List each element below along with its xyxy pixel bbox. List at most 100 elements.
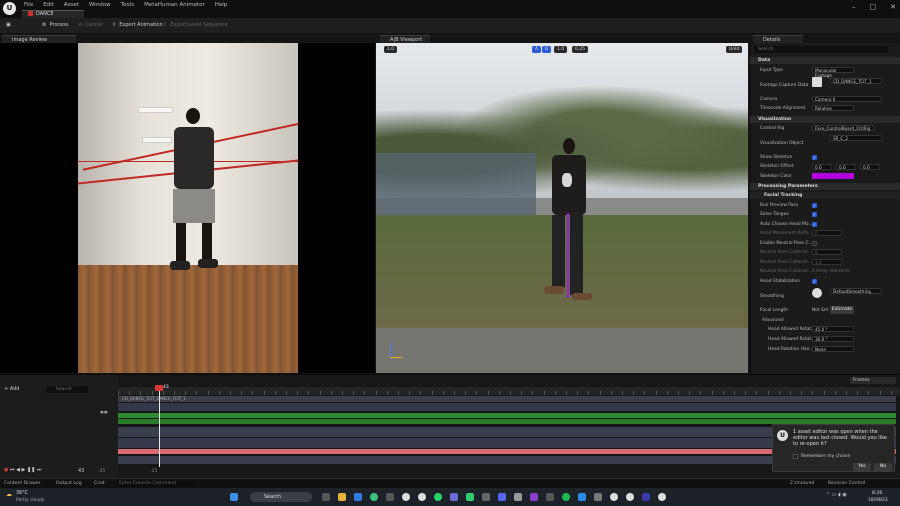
tab-image-review[interactable]: Image Review	[2, 35, 76, 43]
whatsapp-icon[interactable]	[434, 493, 442, 501]
app-icon[interactable]	[642, 493, 650, 501]
jump-start-icon[interactable]: ⏮	[10, 467, 15, 473]
weather-temp[interactable]: 36°C	[16, 491, 28, 496]
skeleton-color-swatch[interactable]	[812, 173, 854, 179]
spotify-icon[interactable]	[562, 493, 570, 501]
edge-icon[interactable]	[354, 493, 362, 501]
enable-neutral-checkbox[interactable]	[812, 241, 817, 246]
app-icon[interactable]	[594, 493, 602, 501]
speed-chip[interactable]: 1.0	[554, 46, 568, 53]
menu-help[interactable]: Help	[215, 2, 228, 8]
section-processing[interactable]: Processing Parameters	[750, 183, 900, 190]
unsaved-indicator[interactable]: 2 Unsaved	[790, 481, 814, 486]
smoothing-select[interactable]: DefaultSmoothing	[830, 288, 882, 294]
no-button[interactable]: No	[874, 463, 892, 471]
output-log-button[interactable]: Output Log	[56, 481, 82, 486]
smoothing-thumbnail[interactable]	[812, 288, 822, 298]
revision-control-button[interactable]: Revision Control	[828, 481, 865, 486]
input-type-select[interactable]: Monocular Footage	[812, 67, 854, 78]
play-icon[interactable]: ▶	[22, 467, 26, 473]
expand-icon[interactable]: »»	[100, 409, 108, 416]
maximize-icon[interactable]: □	[870, 3, 877, 11]
unreal-icon[interactable]	[402, 493, 410, 501]
camera-select[interactable]: Camera 0	[812, 96, 882, 102]
export-sequence-button[interactable]: ⇪ Export Level Sequence	[163, 22, 228, 28]
offset-y-field[interactable]: 0.0	[836, 164, 856, 170]
rotation2-field[interactable]: 30.0 °	[812, 336, 854, 342]
export-animation-button[interactable]: ⇪ Export Animation	[112, 22, 163, 28]
file-explorer-icon[interactable]	[338, 493, 346, 501]
view-b-chip[interactable]: B	[542, 46, 552, 53]
image-review-panel[interactable]	[0, 43, 375, 373]
menu-edit[interactable]: Edit	[43, 2, 54, 8]
tab-details[interactable]: Details	[753, 35, 803, 43]
unreal-icon[interactable]	[418, 493, 426, 501]
neutral-cal2-field[interactable]: 1.0	[812, 259, 842, 265]
step-back-icon[interactable]: ◀	[16, 467, 20, 473]
rotation3-select[interactable]: None	[812, 346, 854, 352]
playhead-line[interactable]	[159, 385, 160, 467]
current-frame-field[interactable]: 43	[78, 468, 84, 474]
section-data[interactable]: Data	[750, 57, 900, 64]
menu-metahuman[interactable]: MetaHuman Animator	[144, 2, 205, 8]
offset-x-field[interactable]: 0.0	[812, 164, 832, 170]
unreal-logo[interactable]: U	[3, 2, 16, 15]
cmd-select[interactable]: Cmd	[94, 481, 105, 486]
app-icon[interactable]	[546, 493, 554, 501]
console-command-input[interactable]: Enter Console Command	[116, 480, 196, 487]
footage-asset-select[interactable]: CD_DANCE_TCIT_1	[830, 78, 882, 84]
neutral-cal-field[interactable]: 0	[812, 249, 842, 255]
solve-tongue-checkbox[interactable]: ✓	[812, 212, 817, 217]
control-rig-select[interactable]: Face_ControlBoard_CtrlRig	[812, 125, 874, 131]
playhead-handle[interactable]	[155, 385, 163, 391]
track-lane[interactable]: CD_DANCE_TCIT_DANCE_TCIT_1	[118, 396, 896, 402]
process-button[interactable]: ⚙ Process	[42, 22, 68, 28]
unreal-icon[interactable]	[626, 493, 634, 501]
document-tab[interactable]: DANCE	[22, 10, 84, 18]
chrome-icon[interactable]	[370, 493, 378, 501]
rotation1-field[interactable]: 45.0 °	[812, 326, 854, 332]
timecode-select[interactable]: Relative	[812, 105, 854, 111]
section-advanced[interactable]: Advanced	[762, 318, 784, 323]
viewport-options-chip[interactable]: 1.0	[384, 46, 398, 53]
menu-asset[interactable]: Asset	[64, 2, 79, 8]
store-icon[interactable]	[386, 493, 394, 501]
save-icon[interactable]: ▣	[6, 22, 11, 28]
app-icon[interactable]	[450, 493, 458, 501]
footage-thumbnail[interactable]	[812, 77, 822, 87]
track-lane-green[interactable]	[118, 413, 896, 418]
vis-object-select[interactable]: SP_C_2	[830, 135, 882, 141]
content-drawer-button[interactable]: Content Drawer	[4, 481, 40, 486]
view-a-chip[interactable]: A	[532, 46, 542, 53]
close-icon[interactable]: ✕	[890, 3, 896, 11]
clock-time[interactable]: 8:26	[872, 491, 882, 496]
remember-choice-checkbox[interactable]	[793, 454, 798, 459]
frame-display-select[interactable]: Frames	[850, 377, 896, 384]
track-lane[interactable]	[118, 403, 896, 411]
auto-head-checkbox[interactable]: ✓	[812, 222, 817, 227]
run-preview-checkbox[interactable]: ✓	[812, 203, 817, 208]
yes-button[interactable]: Yes	[853, 463, 871, 471]
track-filter-input[interactable]: Search	[46, 386, 88, 393]
head-stabilization-checkbox[interactable]: ✓	[812, 279, 817, 284]
add-track-button[interactable]: + Add	[4, 386, 19, 392]
taskbar-search[interactable]: Search	[250, 492, 312, 502]
unreal-icon[interactable]	[610, 493, 618, 501]
head-movement-field[interactable]: 0	[812, 230, 842, 236]
app-icon[interactable]	[482, 493, 490, 501]
windows-start-icon[interactable]	[230, 493, 238, 501]
app-icon[interactable]	[514, 493, 522, 501]
menu-window[interactable]: Window	[89, 2, 111, 8]
show-skeleton-checkbox[interactable]: ✓	[812, 155, 817, 160]
record-icon[interactable]: ●	[4, 467, 8, 473]
ab-viewport[interactable]: 1.0 A B 1.0 0.25 Unlit	[376, 43, 748, 373]
time-ruler[interactable]	[118, 387, 900, 395]
pause-icon[interactable]: ❚❚	[27, 467, 35, 473]
estimate-button[interactable]: Estimate	[830, 306, 854, 314]
menu-tools[interactable]: Tools	[121, 2, 135, 8]
offset-z-field[interactable]: 0.0	[860, 164, 880, 170]
task-view-icon[interactable]	[322, 493, 330, 501]
lod-chip[interactable]: 0.25	[572, 46, 589, 53]
system-tray-icons[interactable]: ⌃ ▭ ◖ ◉	[826, 492, 847, 498]
visual-studio-icon[interactable]	[530, 493, 538, 501]
